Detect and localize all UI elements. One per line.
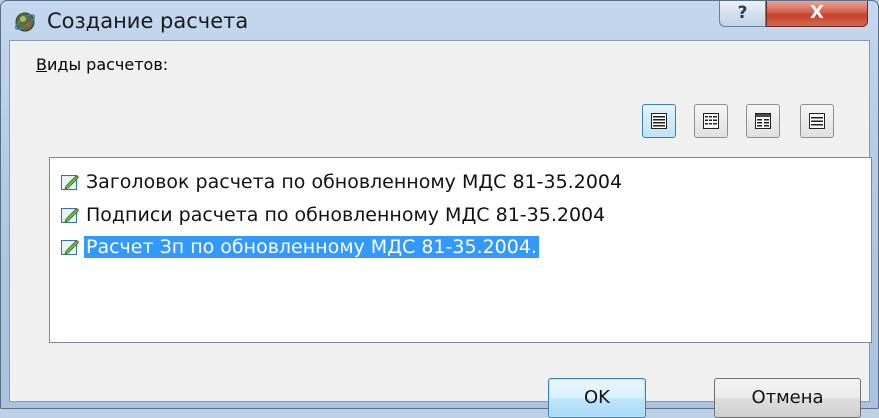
list-view-button[interactable] [746, 104, 780, 138]
list-view-icon [755, 113, 771, 129]
details-view-button[interactable] [642, 104, 676, 138]
calc-types-list[interactable]: Заголовок расчета по обновленному МДС 81… [49, 157, 872, 343]
calc-types-label-text: иды расчетов: [46, 55, 169, 74]
details-view-icon [651, 113, 667, 129]
calc-types-label: Виды расчетов: [36, 55, 168, 74]
list-item-selected[interactable]: Расчет Зп по обновленному МДС 81-35.2004… [60, 234, 539, 260]
dialog-client-area: Виды расчетов: Заголовок расчета по обно… [9, 40, 872, 418]
edit-doc-icon [61, 208, 79, 223]
list-item-label: Подписи расчета по обновленному МДС 81-3… [86, 204, 606, 226]
small-icons-view-icon [703, 113, 719, 129]
window-title: Создание расчета [47, 9, 249, 33]
close-button[interactable]: X [766, 1, 868, 27]
list-item[interactable]: Подписи расчета по обновленному МДС 81-3… [60, 202, 607, 228]
help-button[interactable]: ? [719, 1, 766, 27]
list-item-label: Расчет Зп по обновленному МДС 81-35.2004… [84, 236, 539, 258]
help-icon: ? [737, 3, 748, 23]
title-bar[interactable]: Создание расчета ? X [1, 1, 878, 41]
dialog-window: Создание расчета ? X Виды расчетов: Заго… [0, 0, 879, 418]
edit-doc-icon [61, 240, 79, 255]
list-item[interactable]: Заголовок расчета по обновленному МДС 81… [60, 169, 624, 195]
list-item-label: Заголовок расчета по обновленному МДС 81… [86, 171, 623, 193]
large-view-icon [809, 113, 825, 129]
large-view-button[interactable] [800, 104, 834, 138]
edit-doc-icon [61, 175, 79, 190]
app-icon [14, 12, 36, 32]
small-icons-view-button[interactable] [694, 104, 728, 138]
cancel-button[interactable]: Отмена [714, 378, 861, 418]
close-icon: X [810, 2, 824, 23]
ok-button[interactable]: OK [548, 378, 646, 418]
calc-types-label-accelerator: В [36, 55, 47, 74]
